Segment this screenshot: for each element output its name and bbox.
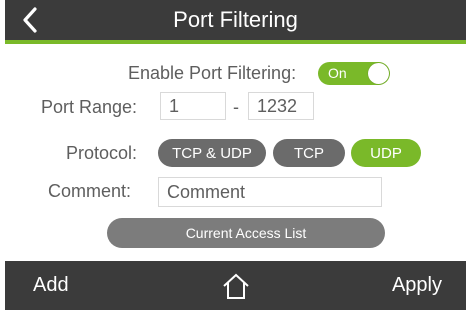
toggle-knob xyxy=(368,63,389,84)
port-range-label: Port Range: xyxy=(41,97,138,117)
footer-bar: Add Apply xyxy=(5,261,466,310)
protocol-label: Protocol: xyxy=(66,143,138,163)
header-bar: Port Filtering xyxy=(5,0,466,44)
page-title: Port Filtering xyxy=(173,7,298,32)
main-content: Enable Port Filtering: On Port Range: - … xyxy=(5,44,466,256)
chevron-left-icon xyxy=(23,7,37,33)
back-button[interactable] xyxy=(15,4,45,36)
protocol-tcp-button[interactable]: TCP xyxy=(273,139,345,167)
home-icon xyxy=(223,273,249,299)
toggle-on-text: On xyxy=(328,65,347,81)
comment-label: Comment: xyxy=(48,181,132,201)
comment-input[interactable] xyxy=(158,177,382,207)
port-range-end-input[interactable] xyxy=(248,92,314,120)
app-frame: Port Filtering Enable Port Filtering: On… xyxy=(5,0,466,310)
protocol-tcp-udp-button[interactable]: TCP & UDP xyxy=(158,139,266,167)
apply-button[interactable]: Apply xyxy=(392,261,442,310)
port-range-separator: - xyxy=(233,97,239,117)
protocol-udp-button[interactable]: UDP xyxy=(351,139,421,167)
port-range-start-input[interactable] xyxy=(160,92,226,120)
enable-port-filtering-label: Enable Port Filtering: xyxy=(128,63,297,83)
add-button[interactable]: Add xyxy=(33,261,69,310)
home-button[interactable] xyxy=(218,270,254,302)
enable-port-filtering-toggle[interactable]: On xyxy=(318,62,390,85)
current-access-list-button[interactable]: Current Access List xyxy=(107,218,385,248)
